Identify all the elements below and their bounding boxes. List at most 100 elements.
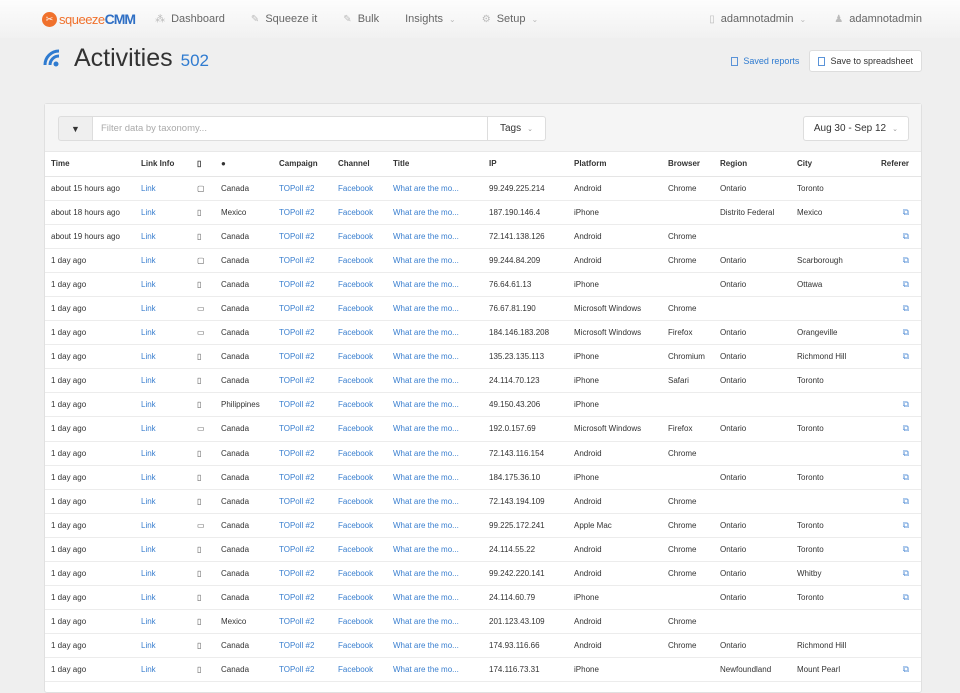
filter-button[interactable]: ▼: [58, 116, 93, 141]
channel-link-text[interactable]: Facebook: [338, 641, 373, 650]
link-info-link-text[interactable]: Link: [141, 208, 156, 217]
table-row[interactable]: 1 day ago Link ▭ Canada TOPoll #2 Facebook Wha…: [45, 320, 921, 346]
campaign-link-text[interactable]: TOPoll #2: [279, 400, 314, 409]
title-link-text[interactable]: What are the mo...: [393, 208, 459, 217]
channel-link-text[interactable]: Facebook: [338, 232, 373, 241]
campaign-link-text[interactable]: TOPoll #2: [279, 280, 314, 289]
link-info-link-text[interactable]: Link: [141, 545, 156, 554]
table-row[interactable]: 1 day ago Link ▯ Canada TOPoll #2 Facebook Wha…: [45, 344, 921, 370]
link-info-link-text[interactable]: Link: [141, 352, 156, 361]
table-row[interactable]: 1 day ago Link ▭ Canada TOPoll #2 Facebook Wha…: [45, 513, 921, 538]
title-link-text[interactable]: What are the mo...: [393, 256, 459, 265]
external-link-icon[interactable]: ⧉: [903, 568, 909, 578]
title-link-text[interactable]: What are the mo...: [393, 641, 459, 650]
table-row[interactable]: 1 day ago Link ▢ Canada TOPoll #2 Facebook Wha…: [45, 248, 921, 273]
table-row[interactable]: 1 day ago Link ▯ Canada TOPoll #2 Facebook Wha…: [45, 633, 921, 659]
channel-link-text[interactable]: Facebook: [338, 424, 373, 433]
external-link-icon[interactable]: ⧉: [903, 231, 909, 241]
link-info-link-text[interactable]: Link: [141, 641, 156, 650]
col-link-info[interactable]: Link Info: [135, 152, 191, 177]
col-title[interactable]: Title: [387, 152, 483, 177]
channel-link-text[interactable]: Facebook: [338, 473, 373, 482]
table-row[interactable]: 1 day ago Link ▯ Canada TOPoll #2 Facebook Wha…: [45, 585, 921, 611]
link-info-link-text[interactable]: Link: [141, 256, 156, 265]
date-range-picker[interactable]: Aug 30 - Sep 12 ⌄: [802, 116, 909, 141]
channel-link-text[interactable]: Facebook: [338, 376, 373, 385]
channel-link-text[interactable]: Facebook: [338, 593, 373, 602]
external-link-icon[interactable]: ⧉: [903, 664, 909, 674]
title-link-text[interactable]: What are the mo...: [393, 449, 459, 458]
title-link-text[interactable]: What are the mo...: [393, 328, 459, 337]
table-row[interactable]: 1 day ago Link ▭ Canada TOPoll #2 Facebook Wha…: [45, 416, 921, 442]
external-link-icon[interactable]: ⧉: [903, 496, 909, 506]
link-info-link-text[interactable]: Link: [141, 328, 156, 337]
channel-link-text[interactable]: Facebook: [338, 449, 373, 458]
external-link-icon[interactable]: ⧉: [903, 592, 909, 602]
nav-squeeze-it[interactable]: ✎ Squeeze it: [251, 13, 317, 25]
table-row[interactable]: 1 day ago Link ▯ Canada TOPoll #2 Facebook Wha…: [45, 272, 921, 297]
campaign-link-text[interactable]: TOPoll #2: [279, 617, 314, 626]
table-row[interactable]: about 19 hours ago Link ▯ Canada TOPoll #2 Fa…: [45, 224, 921, 249]
title-link-text[interactable]: What are the mo...: [393, 280, 459, 289]
campaign-link-text[interactable]: TOPoll #2: [279, 376, 314, 385]
title-link-text[interactable]: What are the mo...: [393, 424, 459, 433]
channel-link-text[interactable]: Facebook: [338, 665, 373, 674]
nav-dashboard[interactable]: ⁂ Dashboard: [155, 13, 225, 25]
external-link-icon[interactable]: ⧉: [903, 303, 909, 313]
table-row[interactable]: about 18 hours ago Link ▯ Mexico TOPoll #2 Fa…: [45, 200, 921, 225]
campaign-link-text[interactable]: TOPoll #2: [279, 352, 314, 361]
external-link-icon[interactable]: ⧉: [903, 351, 909, 361]
col-country[interactable]: ●: [215, 152, 273, 177]
link-info-link-text[interactable]: Link: [141, 449, 156, 458]
link-info-link-text[interactable]: Link: [141, 376, 156, 385]
col-region[interactable]: Region: [714, 152, 791, 177]
nav-account[interactable]: ▯ adamnotadmin ⌄: [709, 13, 806, 25]
link-info-link-text[interactable]: Link: [141, 665, 156, 674]
channel-link-text[interactable]: Facebook: [338, 545, 373, 554]
nav-insights[interactable]: Insights ⌄: [405, 13, 456, 25]
table-row[interactable]: 1 day ago Link ▯ Canada TOPoll #2 Facebook Wha…: [45, 561, 921, 587]
table-row[interactable]: 1 day ago Link ▯ Canada TOPoll #2 Facebook Wha…: [45, 489, 921, 514]
nav-user[interactable]: ♟ adamnotadmin: [834, 13, 922, 25]
external-link-icon[interactable]: ⧉: [903, 520, 909, 530]
campaign-link-text[interactable]: TOPoll #2: [279, 449, 314, 458]
campaign-link-text[interactable]: TOPoll #2: [279, 593, 314, 602]
external-link-icon[interactable]: ⧉: [903, 472, 909, 482]
campaign-link-text[interactable]: TOPoll #2: [279, 569, 314, 578]
channel-link-text[interactable]: Facebook: [338, 184, 373, 193]
channel-link-text[interactable]: Facebook: [338, 497, 373, 506]
channel-link-text[interactable]: Facebook: [338, 521, 373, 530]
channel-link-text[interactable]: Facebook: [338, 328, 373, 337]
col-ip[interactable]: IP: [483, 152, 568, 177]
channel-link-text[interactable]: Facebook: [338, 280, 373, 289]
col-channel[interactable]: Channel: [332, 152, 387, 177]
link-info-link-text[interactable]: Link: [141, 593, 156, 602]
table-row[interactable]: 1 day ago Link ▯ Mexico TOPoll #2 Facebook Wha…: [45, 609, 921, 635]
save-to-spreadsheet-button[interactable]: Save to spreadsheet: [809, 50, 922, 72]
link-info-link-text[interactable]: Link: [141, 569, 156, 578]
title-link-text[interactable]: What are the mo...: [393, 569, 459, 578]
col-campaign[interactable]: Campaign: [273, 152, 332, 177]
table-row[interactable]: 1 day ago Link ▯ Canada TOPoll #2 Facebook Wha…: [45, 465, 921, 490]
external-link-icon[interactable]: ⧉: [903, 399, 909, 409]
col-platform[interactable]: Platform: [568, 152, 662, 177]
channel-link-text[interactable]: Facebook: [338, 569, 373, 578]
campaign-link-text[interactable]: TOPoll #2: [279, 641, 314, 650]
nav-bulk[interactable]: ✎ Bulk: [343, 13, 379, 25]
link-info-link-text[interactable]: Link: [141, 232, 156, 241]
saved-reports-link[interactable]: Saved reports: [731, 56, 799, 66]
campaign-link-text[interactable]: TOPoll #2: [279, 665, 314, 674]
link-info-link-text[interactable]: Link: [141, 184, 156, 193]
link-info-link-text[interactable]: Link: [141, 424, 156, 433]
title-link-text[interactable]: What are the mo...: [393, 473, 459, 482]
link-info-link-text[interactable]: Link: [141, 304, 156, 313]
table-row[interactable]: 1 day ago Link ▯ Philippines TOPoll #2 Facebo…: [45, 392, 921, 418]
table-row[interactable]: 1 day ago Link ▯ Canada TOPoll #2 Facebook Wha…: [45, 368, 921, 394]
channel-link-text[interactable]: Facebook: [338, 256, 373, 265]
table-row[interactable]: 1 day ago Link ▭ Canada TOPoll #2 Facebook Wha…: [45, 296, 921, 322]
tags-dropdown[interactable]: Tags ⌄: [488, 116, 546, 141]
external-link-icon[interactable]: ⧉: [903, 255, 909, 265]
channel-link-text[interactable]: Facebook: [338, 352, 373, 361]
col-device[interactable]: ▯: [191, 152, 215, 177]
campaign-link-text[interactable]: TOPoll #2: [279, 545, 314, 554]
